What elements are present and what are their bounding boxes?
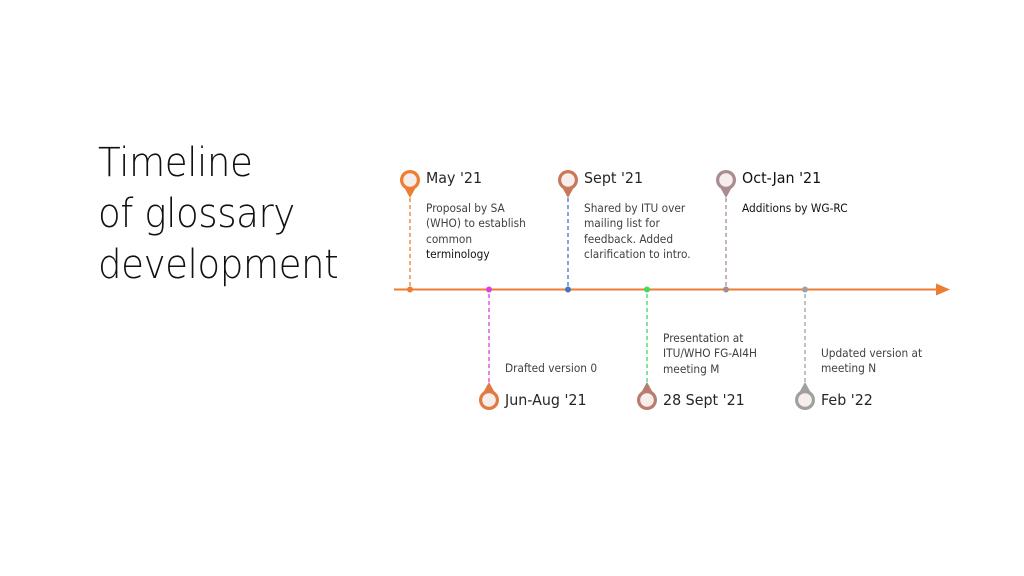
event-date-may-21: May '21 (426, 169, 483, 187)
axis-dot-28-sept-21 (644, 286, 650, 293)
event-date-28-sept-21: 28 Sept '21 (663, 391, 745, 409)
desc-line: Additions by WG-RC (742, 201, 848, 215)
map-pin-icon (795, 382, 815, 410)
axis-dot-oct-jan-21 (723, 286, 729, 293)
pin-hole (640, 393, 654, 407)
map-pin-icon (716, 170, 736, 198)
desc-line: mailing list for (584, 216, 660, 231)
desc-line: terminology (426, 246, 490, 261)
event-date-oct-jan-21: Oct-Jan '21 (742, 169, 822, 187)
pin-hole (561, 173, 575, 187)
slide: Timeline of glossary development May '21… (0, 0, 1024, 576)
event-description-feb-22: Updated version at meeting N (821, 346, 922, 377)
event-date-jun-aug-21: Jun-Aug '21 (505, 391, 587, 409)
desc-line: Updated version at (821, 346, 923, 360)
pin-hole (482, 393, 496, 407)
pin-hole (719, 173, 733, 187)
event-description-may-21: Proposal by SA (WHO) to establish common… (426, 201, 526, 262)
desc-line: clarification to intro. (584, 246, 691, 261)
map-pin-icon (479, 382, 499, 410)
desc-line: ITU/WHO FG-AI4H (663, 346, 757, 361)
axis-dot-may-21 (407, 286, 413, 293)
event-description-28-sept-21: Presentation at ITU/WHO FG-AI4H meeting … (663, 331, 757, 377)
timeline-diagram (394, 170, 950, 410)
desc-line: meeting M (663, 361, 720, 376)
pin-hole (403, 173, 417, 187)
axis-dot-sept-21 (565, 286, 571, 293)
desc-line: (WHO) to establish (426, 216, 526, 231)
map-pin-icon (637, 382, 657, 410)
desc-line: Proposal by SA (426, 201, 505, 215)
pin-hole (798, 393, 812, 407)
axis-dot-jun-aug-21 (486, 286, 492, 293)
desc-line: Shared by ITU over (584, 201, 686, 215)
desc-line: Drafted version 0 (505, 361, 598, 375)
timeline-arrowhead (936, 283, 950, 296)
desc-line: Presentation at (663, 331, 744, 345)
desc-line: feedback. Added (584, 231, 674, 246)
desc-line: meeting N (821, 361, 877, 376)
event-description-jun-aug-21: Drafted version 0 (505, 361, 597, 376)
axis-dot-feb-22 (802, 286, 808, 293)
event-description-sept-21: Shared by ITU over mailing list for feed… (584, 201, 691, 262)
event-date-sept-21: Sept '21 (584, 169, 644, 187)
map-pin-icon (558, 170, 578, 198)
event-date-feb-22: Feb '22 (821, 391, 873, 409)
event-description-oct-jan-21: Additions by WG-RC (742, 201, 848, 216)
map-pin-icon (400, 170, 420, 198)
desc-line: common (426, 231, 473, 246)
